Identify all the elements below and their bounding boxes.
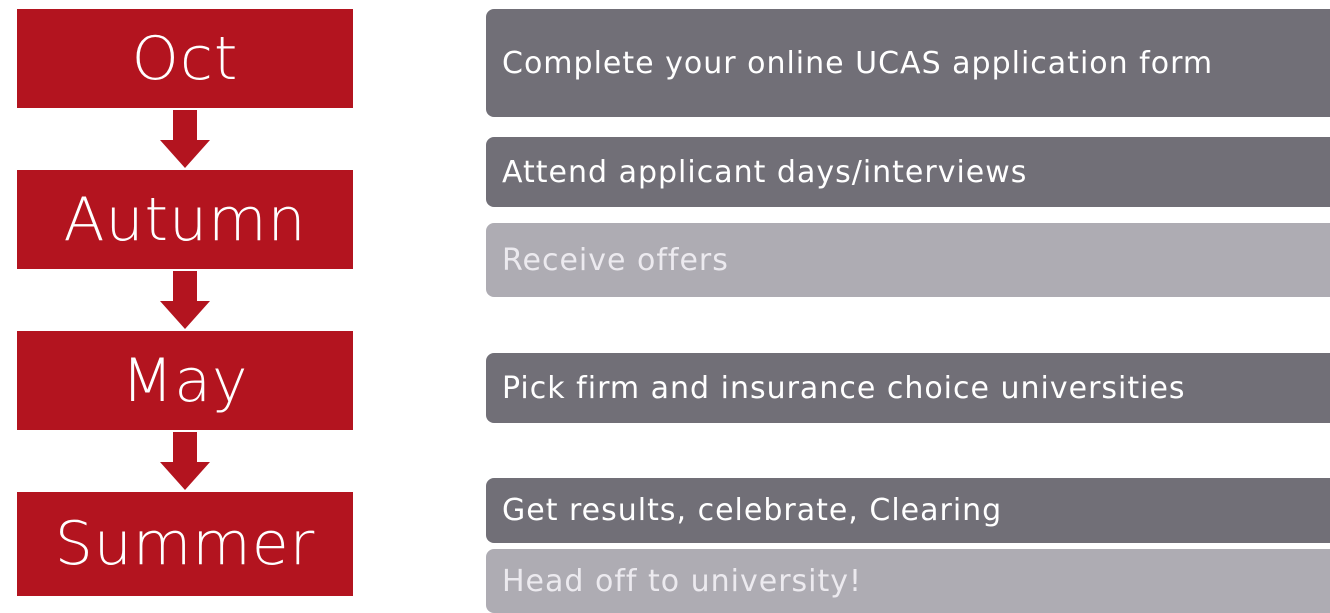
- stage-label: May: [121, 345, 249, 416]
- task-head-off: Head off to university!: [486, 549, 1330, 613]
- task-pick-firm-insurance: Pick firm and insurance choice universit…: [486, 353, 1330, 423]
- task-attend-interviews: Attend applicant days/interviews: [486, 137, 1330, 207]
- stage-oct: Oct: [17, 9, 353, 108]
- task-label: Head off to university!: [502, 563, 863, 599]
- down-arrow-icon: [160, 110, 210, 168]
- task-receive-offers: Receive offers: [486, 223, 1330, 297]
- stage-may: May: [17, 331, 353, 430]
- task-label: Attend applicant days/interviews: [502, 154, 1028, 190]
- stage-label: Oct: [131, 23, 239, 94]
- down-arrow-icon: [160, 271, 210, 329]
- stage-label: Autumn: [63, 184, 307, 255]
- task-get-results: Get results, celebrate, Clearing: [486, 478, 1330, 543]
- task-label: Complete your online UCAS application fo…: [502, 45, 1214, 81]
- task-complete-application: Complete your online UCAS application fo…: [486, 9, 1330, 117]
- stage-summer: Summer: [17, 492, 353, 596]
- task-label: Receive offers: [502, 242, 729, 278]
- down-arrow-icon: [160, 432, 210, 490]
- task-label: Pick firm and insurance choice universit…: [502, 370, 1186, 406]
- task-label: Get results, celebrate, Clearing: [502, 493, 1003, 528]
- stage-label: Summer: [54, 509, 316, 579]
- stage-autumn: Autumn: [17, 170, 353, 269]
